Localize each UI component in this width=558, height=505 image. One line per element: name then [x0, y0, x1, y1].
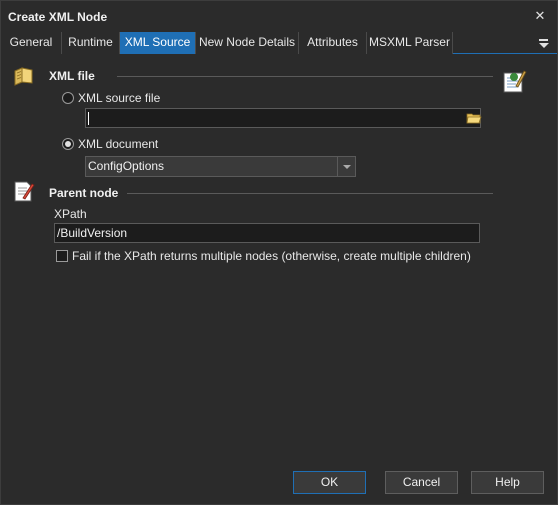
- tab-overflow-menu-icon[interactable]: [537, 33, 551, 53]
- parent-node-divider: [127, 193, 493, 194]
- xml-source-file-radio[interactable]: [62, 92, 74, 104]
- xpath-label: XPath: [54, 207, 87, 221]
- xml-editor-icon: [503, 70, 527, 93]
- edit-document-icon: [14, 181, 35, 202]
- chevron-down-icon[interactable]: [337, 157, 355, 176]
- help-button[interactable]: Help: [471, 471, 544, 494]
- tab-bar: General Runtime XML Source New Node Deta…: [1, 32, 557, 54]
- xml-document-radio[interactable]: [62, 138, 74, 150]
- fail-multiple-nodes-label: Fail if the XPath returns multiple nodes…: [72, 249, 471, 263]
- folder-icon: [14, 67, 33, 86]
- title-bar: Create XML Node ✕: [1, 1, 557, 32]
- parent-node-section-label: Parent node: [49, 186, 119, 200]
- tab-runtime[interactable]: Runtime: [62, 32, 120, 54]
- browse-folder-icon[interactable]: [466, 110, 482, 126]
- xml-source-file-label: XML source file: [78, 91, 161, 105]
- close-button[interactable]: ✕: [529, 5, 551, 27]
- xml-file-divider: [117, 76, 493, 77]
- cancel-button[interactable]: Cancel: [385, 471, 458, 494]
- xml-source-panel: XML file XML source file XML document Co…: [1, 55, 557, 450]
- xml-file-section-label: XML file: [49, 69, 95, 83]
- xml-document-label: XML document: [78, 137, 159, 151]
- tab-msxml-parser[interactable]: MSXML Parser: [367, 32, 453, 54]
- ok-button[interactable]: OK: [293, 471, 366, 494]
- create-xml-node-dialog: Create XML Node ✕ General Runtime XML So…: [0, 0, 558, 505]
- xml-document-selected-value: ConfigOptions: [88, 159, 165, 173]
- tab-attributes[interactable]: Attributes: [299, 32, 367, 54]
- tab-new-node-details[interactable]: New Node Details: [196, 32, 299, 54]
- text-caret: [88, 112, 89, 125]
- xpath-input[interactable]: /BuildVersion: [54, 223, 480, 243]
- xml-source-file-input[interactable]: [85, 108, 481, 128]
- tab-general[interactable]: General: [1, 32, 62, 54]
- window-title: Create XML Node: [8, 10, 108, 24]
- xml-document-select[interactable]: ConfigOptions: [85, 156, 356, 177]
- tab-xml-source[interactable]: XML Source: [120, 32, 196, 54]
- fail-multiple-nodes-checkbox[interactable]: [56, 250, 68, 262]
